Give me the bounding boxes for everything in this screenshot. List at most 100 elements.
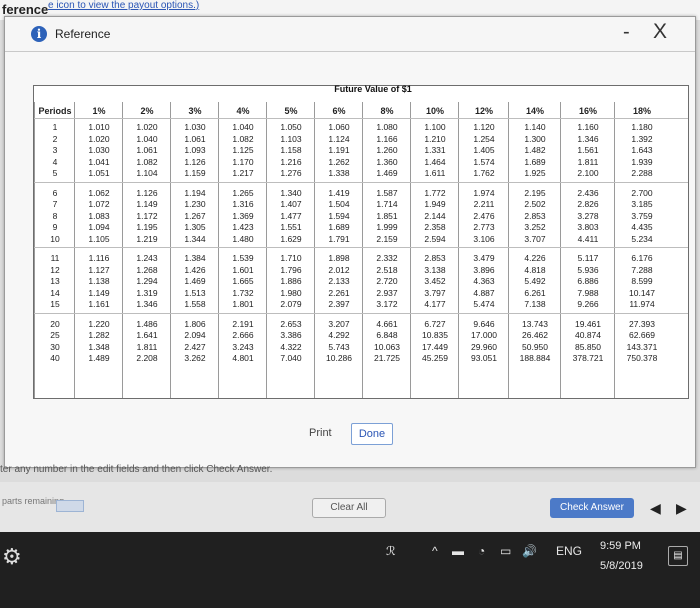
check-answer-button[interactable]: Check Answer: [550, 498, 634, 518]
table-cell: 5.936: [577, 264, 599, 275]
table-cell: 1.641: [136, 330, 158, 340]
table-cell: 1.300: [524, 133, 546, 144]
table-cell: 1.344: [184, 233, 206, 244]
chevron-up-icon[interactable]: ^: [432, 544, 438, 558]
table-cell: 1.392: [631, 133, 653, 144]
column-header: 18%: [632, 106, 651, 116]
done-button[interactable]: Done: [351, 423, 393, 445]
table-cell: 3.479: [473, 253, 495, 263]
table-cell: 2.094: [184, 330, 206, 340]
table-cell: 8.599: [631, 276, 653, 286]
table-cell: 10.063: [374, 341, 400, 352]
table-cell: 3.896: [473, 264, 495, 275]
table-cell: 1.116: [88, 253, 110, 263]
table-cell: 1.276: [280, 168, 302, 178]
gear-icon[interactable]: ⚙: [2, 544, 22, 570]
table-cell: 2.502: [524, 199, 546, 209]
table-cell: 9.646: [473, 318, 495, 329]
language-indicator[interactable]: ENG: [556, 544, 582, 558]
table-cell: 4.818: [524, 264, 546, 275]
table-cell: 5.117: [577, 253, 599, 263]
table-cell: 2.133: [328, 276, 350, 286]
table-cell: 1.551: [280, 222, 302, 232]
table-cell: 1.195: [136, 222, 158, 232]
rate-column: 3% 1.030 1.061 1.093 1.126 1.159 1.194 1.230 1.2…: [170, 102, 219, 398]
table-cell: 1.898: [328, 253, 350, 263]
table-cell: 1.423: [232, 222, 254, 232]
table-cell: 1.796: [280, 264, 302, 275]
table-cell: 4.322: [280, 341, 302, 352]
table-cell: 3.386: [280, 330, 302, 340]
table-cell: 2.853: [424, 253, 446, 263]
display-icon[interactable]: ▭: [500, 544, 511, 558]
table-cell: 45.259: [422, 353, 448, 363]
table-cell: 10.147: [629, 287, 655, 298]
table-cell: 2.288: [631, 168, 653, 178]
table-cell: 1.268: [136, 264, 158, 275]
table-cell: 1.558: [184, 299, 206, 309]
table-cell: 1.062: [88, 187, 110, 198]
table-cell: 3.278: [577, 210, 599, 221]
table-cell: 6.727: [424, 318, 446, 329]
print-button[interactable]: Print: [309, 427, 332, 439]
table-cell: 1.348: [88, 341, 110, 352]
table-cell: 1.338: [328, 168, 350, 178]
table-cell: 9.266: [577, 299, 599, 309]
row-group-separator: [34, 118, 688, 119]
parts-remaining-indicator: [56, 500, 84, 512]
period-cell: 11: [50, 253, 60, 263]
table-cell: 3.252: [524, 222, 546, 232]
table-cell: 1.072: [88, 199, 110, 209]
notification-icon[interactable]: ▤: [668, 546, 688, 566]
table-cell: 2.397: [328, 299, 350, 309]
table-cell: 6.886: [577, 276, 599, 286]
previous-icon[interactable]: ◀: [650, 500, 661, 517]
column-header: 10%: [425, 106, 444, 116]
people-icon[interactable]: ℛ: [386, 544, 396, 558]
next-icon[interactable]: ▶: [676, 500, 687, 517]
table-cell: 2.079: [280, 299, 302, 309]
table-cell: 1.080: [376, 122, 398, 132]
column-header: 14%: [525, 106, 544, 116]
table-cell: 1.426: [184, 264, 206, 275]
table-cell: 4.887: [473, 287, 495, 298]
table-cell: 1.489: [88, 353, 110, 363]
table-cell: 3.797: [424, 287, 446, 298]
row-group-separator: [34, 181, 688, 183]
table-cell: 17.449: [422, 341, 448, 352]
table-cell: 5.743: [328, 341, 350, 352]
volume-icon[interactable]: 🔊: [522, 544, 537, 558]
rate-column: 16% 1.160 1.346 1.561 1.811 2.100 2.436 2.826 3.…: [560, 102, 615, 398]
table-cell: 1.611: [424, 168, 446, 178]
table-cell: 1.405: [473, 145, 495, 155]
battery-icon[interactable]: ▬: [452, 544, 464, 558]
table-cell: 1.061: [136, 145, 158, 155]
table-cell: 1.243: [136, 253, 158, 263]
close-button[interactable]: X: [653, 20, 667, 44]
clear-all-button[interactable]: Clear All: [312, 498, 386, 518]
table-cell: 1.140: [524, 122, 546, 132]
table-cell: 1.513: [184, 287, 206, 298]
table-cell: 1.191: [328, 145, 350, 155]
table-cell: 27.393: [629, 318, 655, 329]
taskbar: [0, 532, 700, 608]
wifi-icon[interactable]: ◔: [478, 544, 485, 558]
table-cell: 750.378: [626, 353, 658, 363]
rate-column: 10% 1.100 1.210 1.331 1.464 1.611 1.772 1.949 2.…: [410, 102, 459, 398]
minimize-button[interactable]: -: [623, 21, 630, 44]
rate-column: 12% 1.120 1.254 1.405 1.574 1.762 1.974 2.211 2.…: [458, 102, 509, 398]
table-cell: 6.176: [631, 253, 653, 263]
table-cell: 1.980: [280, 287, 302, 298]
payout-options-link[interactable]: e icon to view the payout options.): [48, 0, 199, 11]
table-cell: 19.461: [575, 318, 601, 329]
table-cell: 2.594: [424, 233, 446, 244]
table-cell: 1.925: [524, 168, 546, 178]
table-cell: 1.061: [184, 133, 206, 144]
clock-date[interactable]: 5/8/2019: [600, 560, 643, 572]
clock-time[interactable]: 9:59 PM: [600, 540, 641, 552]
rate-column: 2% 1.020 1.040 1.061 1.082 1.104 1.126 1.149 1.1…: [122, 102, 171, 398]
column-header: 3%: [188, 106, 202, 116]
table-cell: 4.292: [328, 330, 350, 340]
table-cell: 1.180: [631, 122, 653, 132]
table-cell: 2.853: [524, 210, 546, 221]
